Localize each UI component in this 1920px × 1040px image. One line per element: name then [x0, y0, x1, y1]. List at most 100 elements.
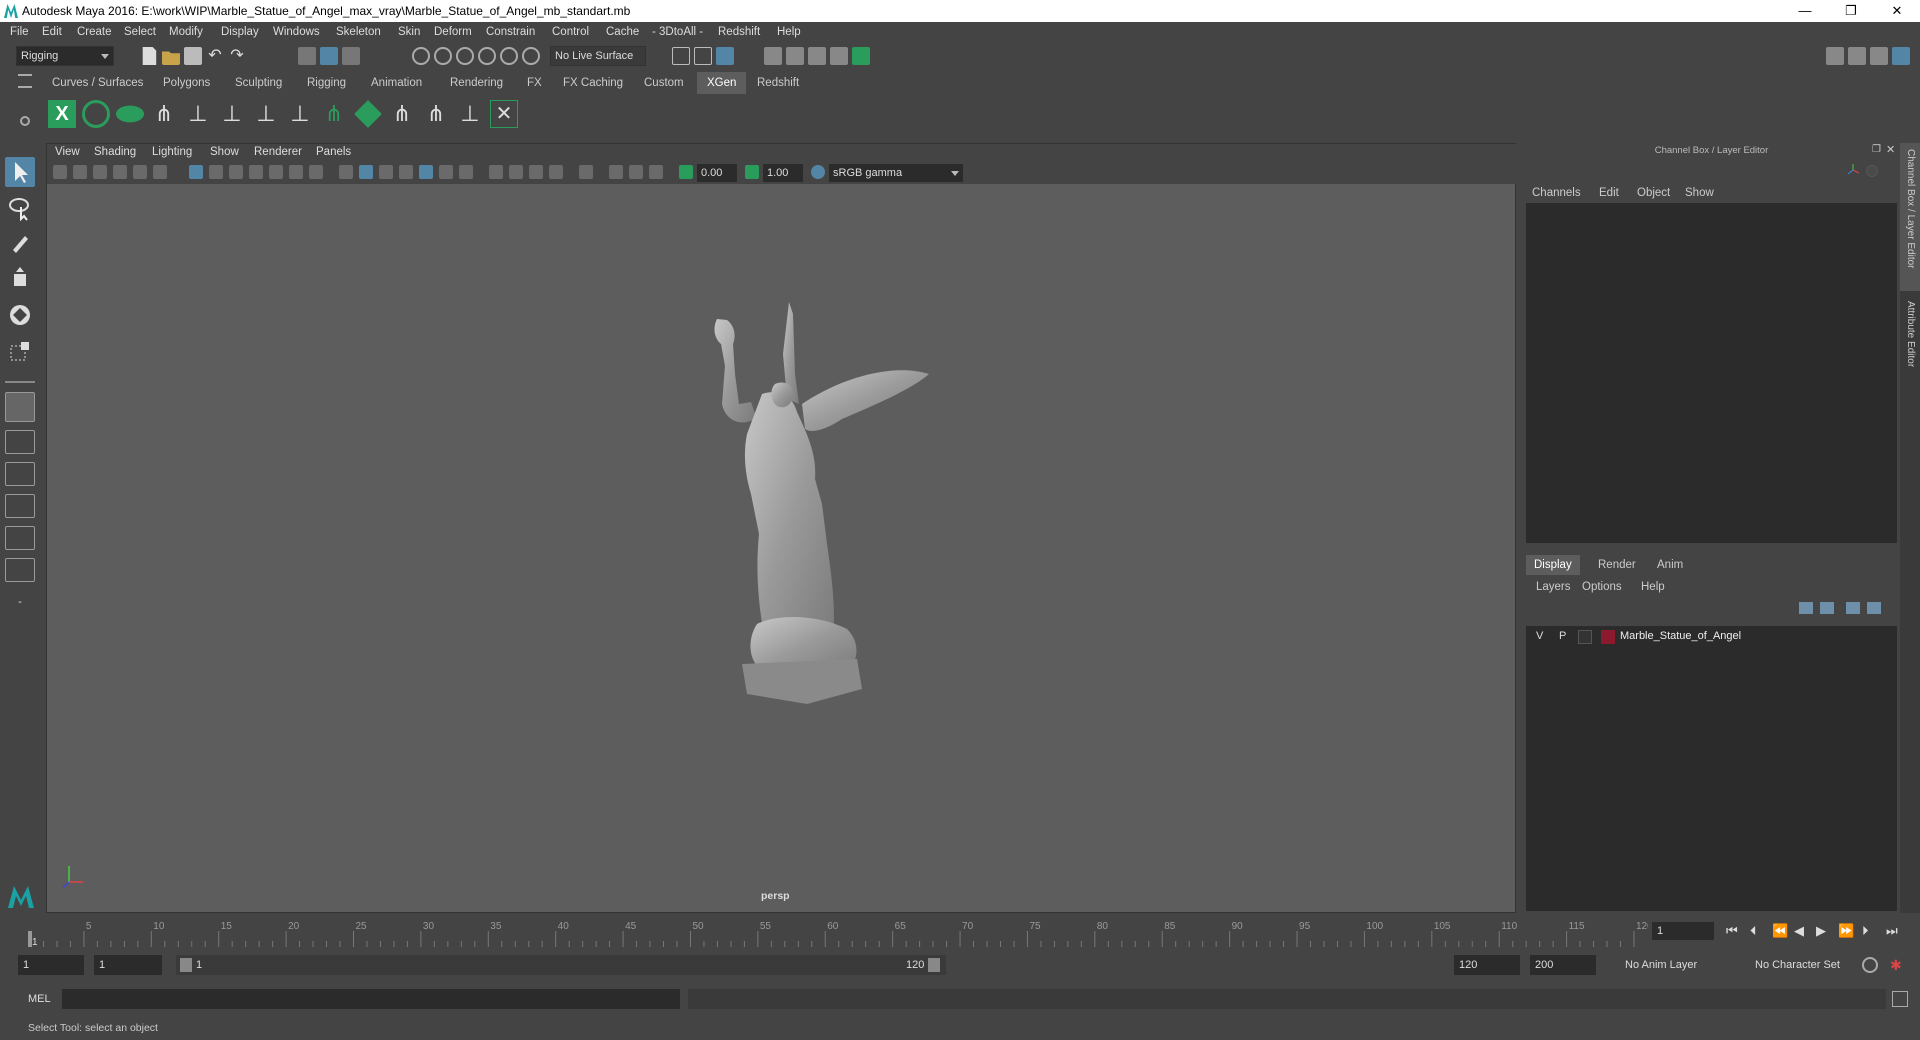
layer-menu-help[interactable]: Help: [1633, 577, 1673, 597]
resolution-gate-icon[interactable]: [229, 165, 243, 179]
construction-history-icon[interactable]: [716, 47, 734, 65]
layer-visibility-toggle[interactable]: V: [1536, 630, 1543, 642]
menu-deform[interactable]: Deform: [434, 26, 472, 38]
lasso-tool-icon[interactable]: [5, 193, 35, 223]
select-object-icon[interactable]: [320, 47, 338, 65]
menu-3dtoall[interactable]: - 3DtoAll -: [652, 26, 703, 38]
xgen-editor-icon[interactable]: X: [48, 100, 76, 128]
current-frame-field[interactable]: 1: [1652, 922, 1714, 940]
viewport-menu-shading[interactable]: Shading: [94, 146, 136, 158]
sculpt-guide-icon[interactable]: ⊥: [218, 100, 246, 128]
image-plane-icon[interactable]: [113, 165, 127, 179]
persp-graph-layout-icon[interactable]: [5, 494, 35, 518]
bookmark-icon[interactable]: [93, 165, 107, 179]
redshift-render-icon[interactable]: [852, 47, 870, 65]
layer-menu-options[interactable]: Options: [1574, 577, 1630, 597]
script-editor-icon[interactable]: [1892, 991, 1908, 1007]
range-end-handle[interactable]: [928, 958, 940, 972]
exposure-icon[interactable]: [679, 165, 693, 179]
place-guide-icon[interactable]: ⊥: [184, 100, 212, 128]
channelbox-menu-show[interactable]: Show: [1677, 183, 1722, 203]
viewport-menu-renderer[interactable]: Renderer: [254, 146, 302, 158]
tab-redshift[interactable]: Redshift: [747, 72, 809, 94]
range-start-handle[interactable]: [180, 958, 192, 972]
select-camera-icon[interactable]: [53, 165, 67, 179]
shelf-menu-icon[interactable]: [18, 74, 32, 88]
live-surface-field[interactable]: No Live Surface: [550, 46, 646, 66]
render-settings-icon[interactable]: [808, 47, 826, 65]
save-scene-icon[interactable]: [184, 47, 202, 65]
gamma-field[interactable]: 1.00: [763, 164, 803, 182]
outliner-persp-layout-icon[interactable]: [5, 526, 35, 550]
guide-mesh-icon[interactable]: ⊥: [456, 100, 484, 128]
xray-active-icon[interactable]: [629, 165, 643, 179]
layer-row[interactable]: V P Marble_Statue_of_Angel: [1526, 626, 1897, 648]
bend-guide-icon[interactable]: ⋔: [422, 100, 450, 128]
field-chart-icon[interactable]: [269, 165, 283, 179]
layer-menu-layers[interactable]: Layers: [1528, 577, 1579, 597]
motion-blur-icon[interactable]: [509, 165, 523, 179]
tab-rendering[interactable]: Rendering: [440, 72, 513, 94]
command-input[interactable]: [62, 989, 680, 1009]
use-all-lights-icon[interactable]: [439, 165, 453, 179]
step-forward-key-icon[interactable]: ⏩: [1838, 923, 1854, 939]
channel-list[interactable]: [1526, 203, 1897, 543]
add-guide-icon[interactable]: ⋔: [150, 100, 178, 128]
play-backwards-icon[interactable]: ◀: [1794, 923, 1804, 939]
snap-curve-icon[interactable]: [434, 47, 452, 65]
marble-statue-model[interactable]: [647, 294, 947, 734]
layer-name[interactable]: Marble_Statue_of_Angel: [1620, 630, 1741, 642]
select-hierarchy-icon[interactable]: [298, 47, 316, 65]
step-back-frame-icon[interactable]: ⏴: [1750, 923, 1757, 939]
textured-icon[interactable]: [419, 165, 433, 179]
redo-icon[interactable]: ↷: [228, 47, 246, 65]
script-language-label[interactable]: MEL: [28, 993, 51, 1005]
new-layer-selected-icon[interactable]: [1867, 602, 1881, 614]
minimize-icon[interactable]: —: [1782, 0, 1828, 22]
open-scene-icon[interactable]: [162, 51, 180, 65]
tab-layer-render[interactable]: Render: [1590, 555, 1644, 575]
lock-length-icon[interactable]: ⊥: [286, 100, 314, 128]
close-panel-icon[interactable]: ✕: [1886, 143, 1895, 156]
layer-color-swatch[interactable]: [1601, 630, 1615, 644]
color-management-icon[interactable]: [811, 165, 825, 179]
menu-cache[interactable]: Cache: [606, 26, 639, 38]
viewport-menu-panels[interactable]: Panels: [316, 146, 351, 158]
channelbox-menu-channels[interactable]: Channels: [1524, 183, 1589, 203]
wireframe-on-shaded-icon[interactable]: [399, 165, 413, 179]
auto-key-icon[interactable]: [1862, 957, 1878, 973]
input-ops-icon[interactable]: [672, 47, 690, 65]
step-back-key-icon[interactable]: ⏪: [1772, 923, 1788, 939]
hypershade-icon[interactable]: [830, 47, 848, 65]
xray-icon[interactable]: [609, 165, 623, 179]
tool-settings-toggle-icon[interactable]: [1870, 47, 1888, 65]
select-tool-icon[interactable]: [5, 157, 35, 187]
guide-curves-icon[interactable]: ✕: [490, 100, 518, 128]
tab-animation[interactable]: Animation: [361, 72, 432, 94]
safe-action-icon[interactable]: [289, 165, 303, 179]
xray-joints-icon[interactable]: [649, 165, 663, 179]
single-perspective-layout-icon[interactable]: [5, 392, 35, 422]
float-panel-icon[interactable]: ❐: [1872, 144, 1881, 155]
color-space-dropdown[interactable]: sRGB gamma: [829, 164, 963, 182]
viewport-menu-view[interactable]: View: [55, 146, 80, 158]
modeling-toolkit-icon[interactable]: [1826, 47, 1844, 65]
animation-end-field[interactable]: 200: [1530, 955, 1596, 975]
channelbox-menu-edit[interactable]: Edit: [1591, 183, 1627, 203]
menu-edit[interactable]: Edit: [42, 26, 62, 38]
side-tab-attribute-editor[interactable]: Attribute Editor: [1900, 295, 1920, 395]
tab-fx[interactable]: FX: [517, 72, 552, 94]
go-to-start-icon[interactable]: ⏮: [1726, 923, 1738, 939]
grid-toggle-icon[interactable]: [189, 165, 203, 179]
step-forward-frame-icon[interactable]: ⏵: [1862, 923, 1869, 939]
play-forwards-icon[interactable]: ▶: [1816, 923, 1826, 939]
tab-custom[interactable]: Custom: [634, 72, 694, 94]
tab-polygons[interactable]: Polygons: [153, 72, 220, 94]
new-scene-icon[interactable]: [142, 47, 157, 65]
snap-view-icon[interactable]: [478, 47, 496, 65]
menu-windows[interactable]: Windows: [273, 26, 320, 38]
persp-outliner-layout-icon[interactable]: [5, 462, 35, 486]
exposure-field[interactable]: 0.00: [697, 164, 737, 182]
viewport-menu-show[interactable]: Show: [210, 146, 239, 158]
menu-control[interactable]: Control: [552, 26, 589, 38]
